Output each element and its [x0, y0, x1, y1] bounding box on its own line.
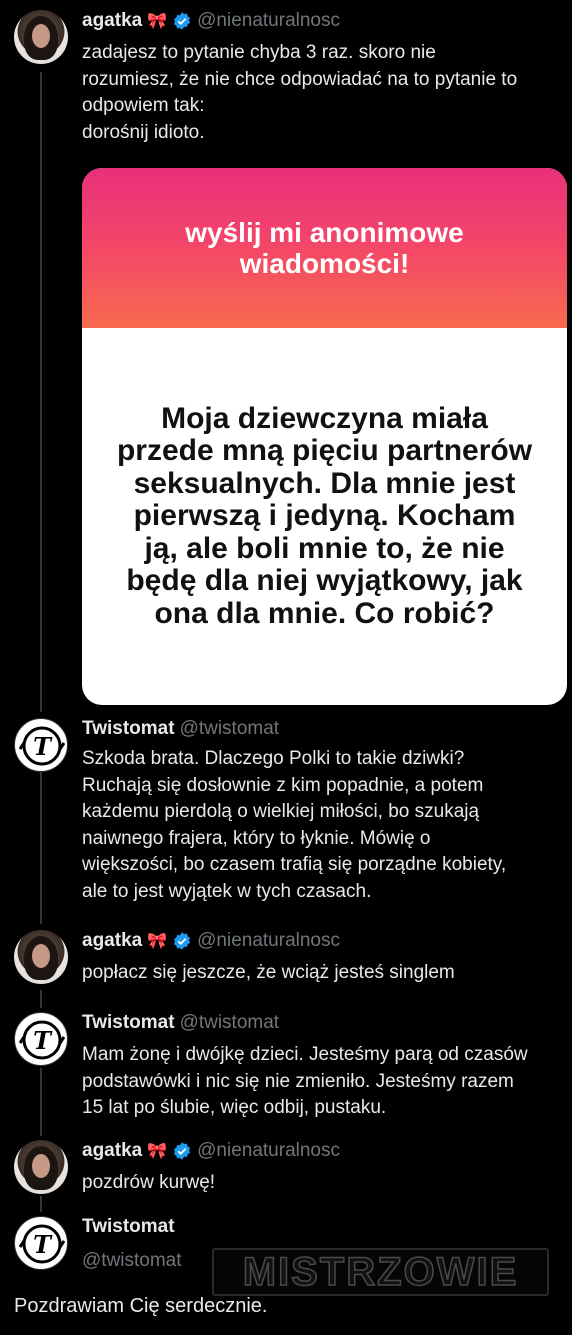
text-line: zadajesz to pytanie chyba 3 raz. skoro n…: [82, 42, 436, 63]
card-message: Moja dziewczyna miała przede mną pięciu …: [116, 401, 533, 630]
text-line: ale to jest wyjątek w tych czasach.: [82, 880, 372, 902]
author-name[interactable]: Twistomat: [82, 718, 175, 740]
thread-line: [40, 1196, 42, 1212]
text-line: popłacz się jeszcze, że wciąż jesteś sin…: [82, 962, 455, 983]
text-line: odpowiem tak:: [82, 95, 205, 116]
post-text: Szkoda brata. Dlaczego Polki to takie dz…: [82, 746, 506, 905]
author-handle[interactable]: @nienaturalnosc: [197, 1140, 340, 1162]
watermark-logo: MISTRZOWIE: [212, 1248, 549, 1296]
author-handle[interactable]: @nienaturalnosc: [197, 10, 340, 32]
text-line: każdemu pierdolą o wielkiej miłości, bo …: [82, 801, 480, 822]
post-text: Mam żonę i dwójkę dzieci. Jesteśmy parą …: [82, 1042, 528, 1122]
post-header: Twistomat @twistomat: [82, 718, 279, 740]
post-header: agatka 🎀 @nienaturalnosc: [82, 10, 340, 32]
svg-text:T: T: [33, 1230, 53, 1259]
author-name[interactable]: agatka: [82, 930, 142, 952]
author-handle[interactable]: @twistomat: [82, 1250, 182, 1272]
bow-icon: 🎀: [147, 1143, 168, 1160]
text-line: pozdrów kurwę!: [82, 1172, 216, 1193]
verified-badge-icon: [174, 12, 191, 30]
text-line: 15 lat po ślubie, więc odbij, pustaku.: [82, 1097, 387, 1118]
avatar[interactable]: T: [14, 1216, 68, 1270]
post-text: pozdrów kurwę!: [82, 1170, 215, 1197]
text-line: Ruchają się dosłownie z kim popadnie, a …: [82, 774, 484, 796]
text-line: rozumiesz, że nie chce odpowiadać na to …: [82, 68, 518, 90]
bow-icon: 🎀: [147, 13, 168, 30]
avatar[interactable]: [14, 930, 68, 984]
avatar[interactable]: T: [14, 1012, 68, 1066]
thread-line: [40, 990, 42, 1008]
author-handle[interactable]: @twistomat: [180, 1012, 280, 1034]
author-name[interactable]: agatka: [82, 10, 142, 32]
thread-line: [40, 1068, 42, 1136]
text-line: podstawówki i nic się nie zmieniło. Jest…: [82, 1070, 514, 1092]
card-body: Moja dziewczyna miała przede mną pięciu …: [82, 328, 567, 705]
post-text: zadajesz to pytanie chyba 3 raz. skoro n…: [82, 40, 517, 146]
post-header: agatka 🎀 @nienaturalnosc: [82, 1140, 340, 1162]
card-header: wyślij mi anonimowe wiadomości!: [82, 168, 567, 328]
author-handle[interactable]: @nienaturalnosc: [197, 930, 340, 952]
verified-badge-icon: [174, 1142, 191, 1160]
svg-text:T: T: [33, 732, 53, 761]
post-header: Twistomat @twistomat: [82, 1012, 279, 1034]
text-line: Mam żonę i dwójkę dzieci. Jesteśmy parą …: [82, 1044, 528, 1065]
card-title: wyślij mi anonimowe wiadomości!: [185, 217, 464, 279]
author-name[interactable]: Twistomat: [82, 1216, 175, 1238]
svg-text:T: T: [33, 1026, 53, 1055]
text-line: większości, bo czasem trafią się porządn…: [82, 854, 507, 875]
twistomat-logo-icon: T: [18, 1224, 66, 1264]
text-line: naiwnego frajera, który to łyknie. Mówię…: [82, 827, 431, 849]
post-text: Pozdrawiam Cię serdecznie.: [14, 1295, 268, 1317]
avatar[interactable]: T: [14, 718, 68, 772]
avatar[interactable]: [14, 1140, 68, 1194]
thread-line: [40, 772, 42, 924]
verified-badge-icon: [174, 932, 191, 950]
text-line: Szkoda brata. Dlaczego Polki to takie dz…: [82, 748, 465, 769]
attached-image-card[interactable]: wyślij mi anonimowe wiadomości! Moja dzi…: [82, 168, 567, 705]
twistomat-logo-icon: T: [18, 726, 66, 766]
author-name[interactable]: Twistomat: [82, 1012, 175, 1034]
bow-icon: 🎀: [147, 933, 168, 950]
text-line: dorośnij idioto.: [82, 121, 205, 143]
thread-line: [40, 72, 42, 712]
post-header: agatka 🎀 @nienaturalnosc: [82, 930, 340, 952]
post-text: popłacz się jeszcze, że wciąż jesteś sin…: [82, 960, 455, 987]
twistomat-logo-icon: T: [18, 1020, 66, 1060]
author-name[interactable]: agatka: [82, 1140, 142, 1162]
avatar[interactable]: [14, 10, 68, 64]
author-handle[interactable]: @twistomat: [180, 718, 280, 740]
